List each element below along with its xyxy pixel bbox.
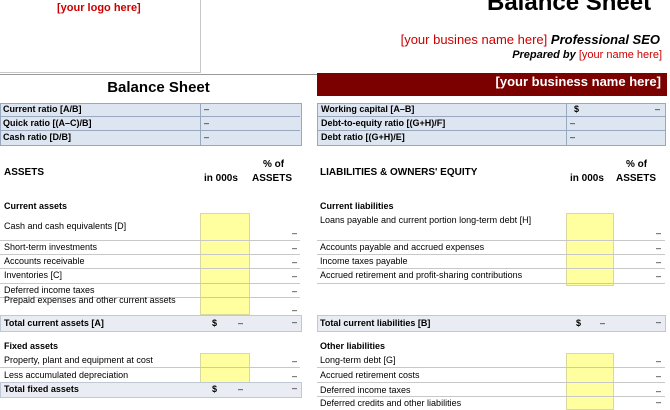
pct-value: –	[292, 228, 298, 238]
pct-value: –	[656, 317, 662, 327]
list-item: Property, plant and equipment at cost	[4, 355, 153, 365]
total-currency: $	[212, 384, 218, 394]
business-name: [your busines name here]	[400, 32, 548, 47]
col-in000s: in 000s	[570, 173, 604, 184]
pct-value: –	[292, 286, 298, 296]
list-item: Short-term investments	[4, 242, 98, 252]
pct-value: –	[292, 317, 298, 327]
page-title: Balance Sheet	[487, 0, 652, 16]
col-pct-assets: ASSETS	[616, 173, 657, 184]
list-item: Accrued retirement and profit-sharing co…	[320, 270, 523, 280]
list-item: Deferred income taxes	[320, 385, 411, 395]
total-value: –	[238, 318, 244, 328]
other-liabilities-heading: Other liabilities	[320, 341, 386, 351]
ratio-value[interactable]: –	[204, 103, 209, 116]
ratio-value[interactable]: –	[570, 117, 575, 130]
current-assets-input-column[interactable]	[200, 213, 250, 315]
business-line: [your busines name here] Professional SE…	[401, 32, 660, 47]
list-item: Prepaid expenses and other current asset…	[4, 296, 176, 305]
pct-value: –	[292, 271, 298, 281]
row-gridline	[317, 367, 665, 368]
pct-value: –	[292, 243, 298, 253]
pct-value: –	[292, 371, 298, 381]
liabilities-heading: LIABILITIES & OWNERS' EQUITY	[320, 167, 478, 178]
row-gridline	[317, 382, 665, 383]
col-pct-line1: % of	[263, 159, 285, 170]
col-in000s: in 000s	[204, 173, 238, 184]
fixed-assets-heading: Fixed assets	[4, 341, 59, 351]
row-gridline	[0, 367, 300, 368]
pct-value: –	[656, 243, 662, 253]
total-value: –	[238, 384, 244, 394]
pct-value: –	[656, 228, 662, 238]
ratio-label: Cash ratio [D/B]	[3, 132, 72, 142]
list-item: Long-term debt [G]	[320, 355, 396, 365]
pct-value: –	[656, 356, 662, 366]
list-item: Deferred credits and other liabilities	[320, 398, 462, 408]
col-pct-assets: ASSETS	[252, 173, 293, 184]
total-label: Total current assets [A]	[4, 318, 104, 328]
pct-value: –	[292, 383, 298, 393]
ratio-divider-left	[200, 103, 201, 145]
ratio-label: Debt-to-equity ratio [(G+H)/F]	[321, 118, 446, 128]
total-label: Total current liabilities [B]	[320, 318, 431, 328]
pct-value: –	[656, 397, 662, 407]
business-band-text: [your business name here]	[495, 74, 661, 89]
business-band: [your business name here]	[317, 73, 667, 96]
total-currency: $	[576, 318, 582, 328]
list-item: Inventories [C]	[4, 270, 63, 280]
ratio-value[interactable]: –	[204, 131, 209, 144]
total-currency: $	[212, 318, 218, 328]
logo-placeholder: [your logo here]	[57, 2, 141, 14]
current-assets-heading: Current assets	[4, 201, 68, 211]
pct-value: –	[292, 257, 298, 267]
ratio-label: Working capital [A–B]	[321, 104, 415, 114]
ratio-divider-right	[566, 103, 567, 145]
list-item: Income taxes payable	[320, 256, 408, 266]
ratio-gridline	[0, 116, 300, 117]
ratio-value[interactable]: –	[204, 117, 209, 130]
business-suffix: Professional SEO	[550, 32, 660, 47]
list-item: Accounts receivable	[4, 256, 85, 266]
sheet-title: Balance Sheet	[0, 74, 317, 97]
pct-value: –	[656, 271, 662, 281]
prepared-by-label: Prepared by	[512, 49, 576, 61]
ratio-currency: $	[574, 104, 580, 114]
pct-value: –	[656, 386, 662, 396]
prepared-by-line: Prepared by [your name here]	[512, 49, 662, 61]
pct-value: –	[656, 371, 662, 381]
total-value: –	[600, 318, 606, 328]
pct-value: –	[292, 305, 298, 315]
pct-value: –	[656, 257, 662, 267]
pct-value: –	[292, 356, 298, 366]
ratio-label: Current ratio [A/B]	[3, 104, 82, 114]
list-item: Accounts payable and accrued expenses	[320, 242, 485, 252]
ratio-gridline	[0, 130, 300, 131]
ratio-gridline	[317, 130, 665, 131]
ratio-value[interactable]: –	[570, 131, 575, 144]
list-item: Less accumulated depreciation	[4, 370, 129, 380]
current-liabilities-heading: Current liabilities	[320, 201, 394, 211]
ratio-label: Debt ratio [(G+H)/E]	[321, 132, 405, 142]
list-item: Accrued retirement costs	[320, 370, 420, 380]
ratio-value[interactable]: –	[655, 103, 660, 116]
assets-heading: ASSETS	[4, 167, 45, 178]
total-label: Total fixed assets	[4, 384, 79, 394]
list-item: Cash and cash equivalents [D]	[4, 221, 127, 231]
col-pct-line1: % of	[626, 159, 648, 170]
ratio-gridline	[317, 116, 665, 117]
list-item: Loans payable and current portion long-t…	[320, 215, 532, 225]
ratio-label: Quick ratio [(A–C)/B]	[3, 118, 92, 128]
current-liabilities-input-column[interactable]	[566, 213, 614, 286]
row-gridline	[317, 283, 665, 284]
prepared-by-value: [your name here]	[578, 49, 662, 61]
fixed-assets-input-column[interactable]	[200, 353, 250, 383]
